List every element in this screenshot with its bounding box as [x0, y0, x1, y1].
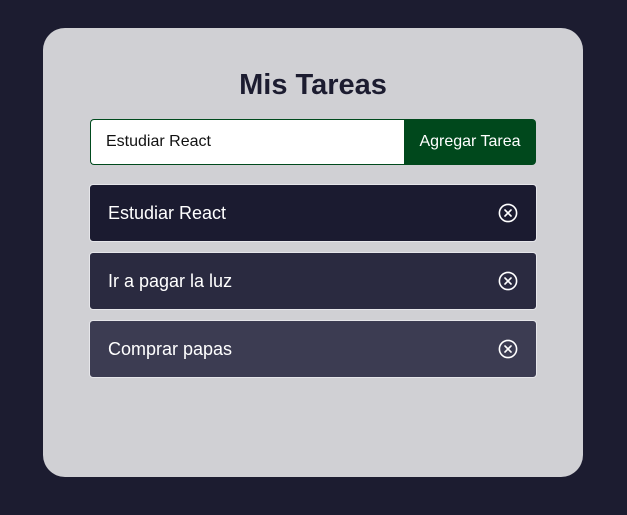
delete-task-button[interactable]	[497, 270, 519, 292]
close-circle-icon	[498, 271, 518, 291]
task-text: Estudiar React	[108, 202, 227, 223]
delete-task-button[interactable]	[497, 338, 519, 360]
task-text: Ir a pagar la luz	[108, 270, 233, 291]
add-task-button[interactable]: Agregar Tarea	[404, 119, 536, 165]
task-item: Comprar papas	[89, 320, 537, 378]
task-input[interactable]	[90, 119, 404, 165]
task-item: Estudiar React	[89, 184, 537, 242]
task-list: Estudiar React Ir a pagar la luz Comprar…	[89, 184, 537, 388]
delete-task-button[interactable]	[497, 202, 519, 224]
page-title: Mis Tareas	[239, 69, 387, 101]
todo-card: Mis Tareas Agregar Tarea Estudiar React …	[43, 28, 583, 477]
task-text: Comprar papas	[108, 338, 233, 359]
close-circle-icon	[498, 339, 518, 359]
add-task-form: Agregar Tarea	[90, 119, 536, 165]
task-item: Ir a pagar la luz	[89, 252, 537, 310]
close-circle-icon	[498, 203, 518, 223]
